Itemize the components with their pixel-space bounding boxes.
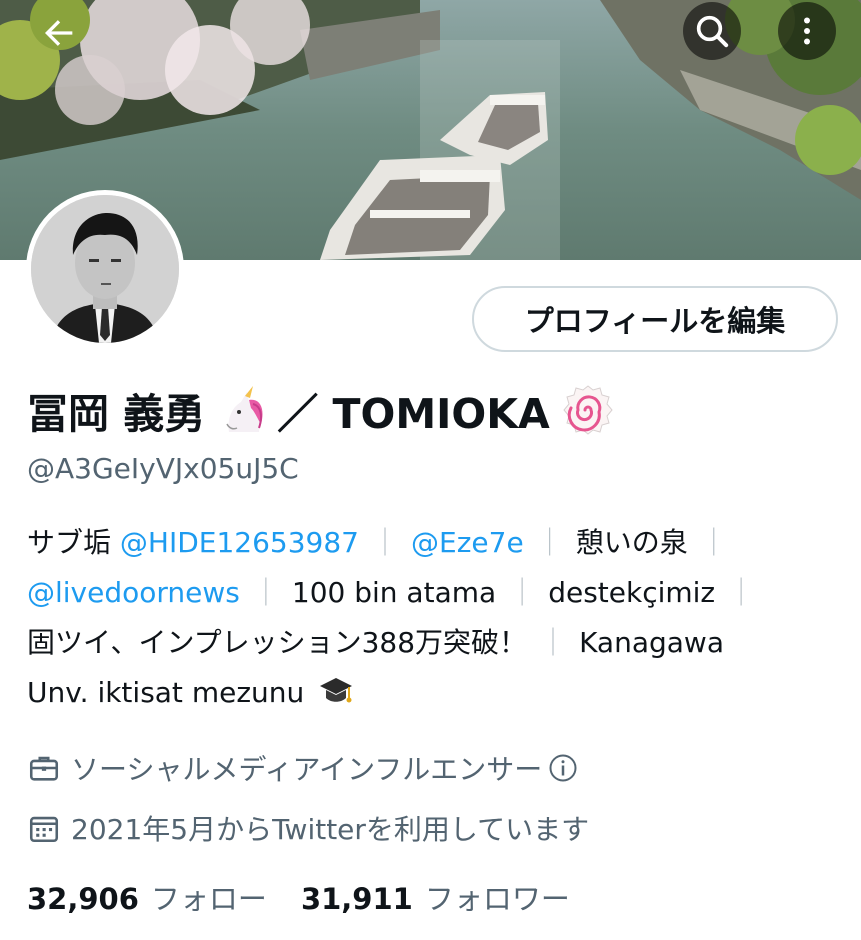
display-name: 冨岡 義勇 ／ TOMIOKA <box>27 378 614 442</box>
bio-text: 憩いの泉 <box>575 526 688 559</box>
followers-label: フォロワー <box>424 882 570 916</box>
edit-profile-button[interactable]: プロフィールを編集 <box>472 286 838 352</box>
bio-separator: ｜ <box>508 576 537 609</box>
bio-text: Kanagawa <box>579 626 724 659</box>
bio: サブ垢 @HIDE12653987 ｜ @Eze7e ｜ 憩いの泉 ｜ @livedoor… <box>27 518 842 718</box>
search-icon <box>696 15 729 48</box>
bio-text: 100 bin atama <box>291 576 497 609</box>
user-handle: @A3GeIyVJx05uJ5C <box>27 452 299 485</box>
bio-separator: ｜ <box>535 526 564 559</box>
bio-text: Unv. iktisat mezunu <box>27 676 305 709</box>
bio-separator: ｜ <box>699 526 728 559</box>
profile-category: ソーシャルメディアインフルエンサー <box>27 748 578 788</box>
mention-link[interactable]: @HIDE12653987 <box>120 526 359 559</box>
avatar-image <box>31 195 179 343</box>
bio-separator: ｜ <box>371 526 400 559</box>
unicorn-emoji <box>226 386 263 432</box>
bio-text: destekçimiz <box>548 576 716 609</box>
bio-line: 固ツイ、インプレッション388万突破！ ｜ Kanagawa <box>27 618 842 668</box>
fish-cake-emoji <box>563 385 613 435</box>
calendar-icon <box>29 816 59 843</box>
more-vertical-icon <box>804 17 810 45</box>
bio-line: Unv. iktisat mezunu <box>27 668 842 718</box>
following-count: 32,906 <box>27 882 139 916</box>
bio-separator: ｜ <box>251 576 280 609</box>
arrow-left-icon <box>45 20 73 46</box>
bio-separator: ｜ <box>727 576 756 609</box>
followers-link[interactable]: 31,911 フォロワー <box>301 876 570 918</box>
display-name-part1: 冨岡 義勇 <box>27 390 206 438</box>
bio-separator: ｜ <box>539 626 568 659</box>
mention-link[interactable]: @Eze7e <box>411 526 524 559</box>
graduation-cap-emoji <box>320 678 353 703</box>
back-button[interactable] <box>30 4 88 62</box>
bio-line: サブ垢 @HIDE12653987 ｜ @Eze7e ｜ 憩いの泉 ｜ <box>27 518 842 568</box>
info-icon[interactable] <box>548 753 578 783</box>
join-date-label: 2021年5月からTwitterを利用しています <box>71 813 590 846</box>
avatar[interactable] <box>26 190 184 348</box>
following-link[interactable]: 32,906 フォロー <box>27 876 267 918</box>
followers-count: 31,911 <box>300 882 413 916</box>
search-button[interactable] <box>683 2 741 60</box>
following-label: フォロー <box>150 882 267 916</box>
bio-text: サブ垢 <box>27 526 120 559</box>
join-date: 2021年5月からTwitterを利用しています <box>27 808 589 848</box>
briefcase-icon <box>29 756 59 781</box>
bio-text: 固ツイ、インプレッション388万突破！ <box>27 626 528 659</box>
bio-line: @livedoornews ｜ 100 bin atama ｜ destekçimiz ｜ <box>27 568 842 618</box>
more-button[interactable] <box>778 2 836 60</box>
display-name-part2: ／ TOMIOKA <box>277 390 550 438</box>
follow-stats: 32,906 フォロー 31,911 フォロワー <box>27 876 570 918</box>
mention-link[interactable]: @livedoornews <box>27 576 240 609</box>
profile-category-label: ソーシャルメディアインフルエンサー <box>71 753 543 786</box>
